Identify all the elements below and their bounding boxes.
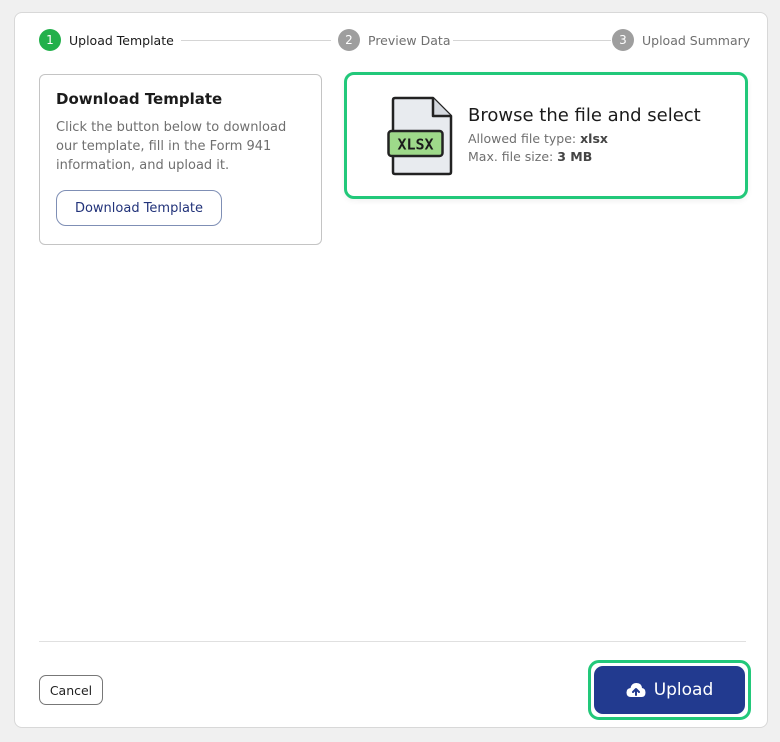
download-template-button[interactable]: Download Template xyxy=(56,190,222,226)
browse-file-dropzone[interactable]: XLSX Browse the file and select Allowed … xyxy=(344,72,748,199)
step-number: 2 xyxy=(338,29,360,51)
browse-title: Browse the file and select xyxy=(468,105,701,126)
max-file-size: Max. file size: 3 MB xyxy=(468,149,593,164)
upload-label: Upload xyxy=(653,680,714,700)
download-template-card: Download Template Click the button below… xyxy=(39,74,322,245)
step-upload-template[interactable]: 1 Upload Template xyxy=(39,28,174,52)
step-number: 1 xyxy=(39,29,61,51)
stepper: 1 Upload Template 2 Preview Data 3 Uploa… xyxy=(39,28,750,52)
card-description: Click the button below to download our t… xyxy=(56,120,287,173)
step-label: Upload Template xyxy=(69,32,174,48)
cancel-button[interactable]: Cancel xyxy=(39,675,103,705)
xlsx-label: XLSX xyxy=(397,136,433,154)
browse-info: Browse the file and select Allowed file … xyxy=(468,105,701,164)
step-preview-data[interactable]: 2 Preview Data xyxy=(338,28,450,52)
upload-button-highlight: Upload xyxy=(588,660,751,720)
step-label: Upload Summary xyxy=(642,32,751,48)
step-connector xyxy=(181,40,331,41)
xlsx-file-icon: XLSX xyxy=(387,96,453,176)
upload-button[interactable]: Upload xyxy=(594,666,745,714)
step-label: Preview Data xyxy=(368,32,451,48)
cloud-upload-icon xyxy=(626,683,646,697)
footer-divider xyxy=(39,641,746,642)
card-title: Download Template xyxy=(56,90,223,108)
step-upload-summary[interactable]: 3 Upload Summary xyxy=(612,28,750,52)
step-connector xyxy=(453,40,611,41)
allowed-file-type: Allowed file type: xlsx xyxy=(468,131,608,146)
step-number: 3 xyxy=(612,29,634,51)
upload-template-panel: 1 Upload Template 2 Preview Data 3 Uploa… xyxy=(14,12,768,728)
